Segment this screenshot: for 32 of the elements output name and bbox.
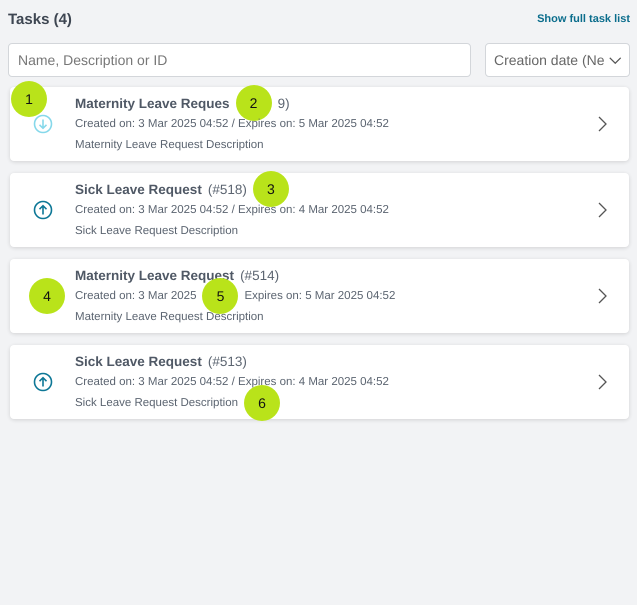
chevron-right-icon: [598, 288, 607, 304]
panel-title: Tasks (4): [8, 10, 72, 28]
task-text: 9): [278, 96, 290, 110]
task-text: (#514): [240, 268, 280, 282]
callout-marker: 3: [252, 171, 289, 207]
show-full-list-link[interactable]: Show full task list: [537, 13, 630, 25]
task-text: Created on: 3 Mar 2025: [75, 290, 196, 302]
task-text: (#513): [208, 354, 247, 368]
up-arrow-circle-icon: [32, 372, 52, 392]
task-text: Maternity Leave Request Description: [75, 311, 264, 323]
callout-marker: 6: [244, 385, 280, 421]
task-title: Sick Leave Request: [75, 182, 202, 196]
chevron-right-icon: [598, 374, 607, 390]
task-text: Created on: 3 Mar 2025 04:52 / Expires on: 4 Mar 2025 04:52: [75, 204, 389, 216]
down-arrow-circle-icon: [32, 114, 52, 134]
task-text: Created on: 3 Mar 2025 04:52 / Expires on: 5 Mar 2025 04:52: [75, 118, 389, 130]
chevron-right-icon: [598, 116, 607, 132]
task-text: Expires on: 5 Mar 2025 04:52: [244, 290, 396, 302]
task-card[interactable]: Sick Leave Request (#513) Created on: 3 Mar 2025 04:52 / Expires on: 4 Mar 2025 04:52 Sick Leave Request Description 6: [10, 345, 629, 419]
sort-dropdown[interactable]: Creation date (Ne: [485, 43, 630, 77]
search-field[interactable]: Name, Description or ID: [8, 43, 471, 77]
task-text: Created on: 3 Mar 2025 04:52 / Expires on: 4 Mar 2025 04:52: [75, 376, 389, 388]
task-text: Sick Leave Request Description: [75, 225, 238, 237]
task-text: Sick Leave Request Description: [75, 397, 238, 409]
task-text: Maternity Leave Request Description: [75, 139, 264, 151]
task-title: Maternity Leave Reques: [75, 96, 230, 110]
up-arrow-circle-icon: [32, 200, 52, 220]
task-card[interactable]: Sick Leave Request (#518) 3 Created on: 3 Mar 2025 04:52 / Expires on: 4 Mar 2025 04:52 Sick Leave Request Description: [10, 173, 629, 247]
chevron-down-icon: [608, 56, 621, 64]
chevron-right-icon: [598, 202, 607, 218]
task-text: (#518): [208, 182, 247, 196]
task-title: Sick Leave Request: [75, 354, 202, 368]
